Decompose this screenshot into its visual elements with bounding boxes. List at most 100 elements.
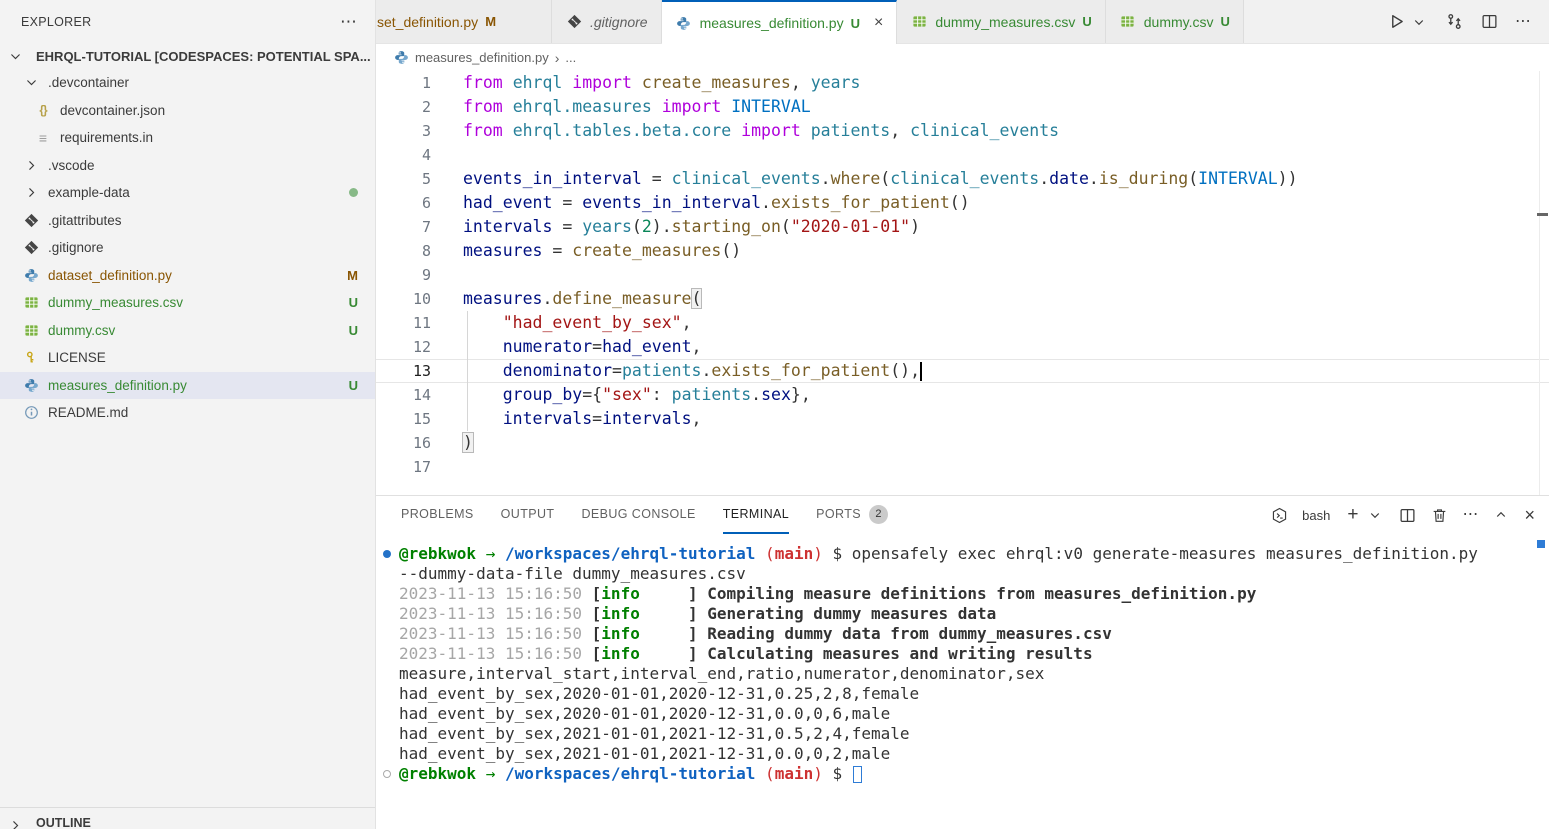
line-number: 12	[376, 335, 431, 359]
tree-item-example-data[interactable]: example-data	[0, 179, 375, 207]
code-line-1[interactable]: 1from ehrql import create_measures, year…	[376, 71, 1549, 95]
line-number: 9	[376, 263, 431, 287]
panel-tab-TERMINAL[interactable]: TERMINAL	[723, 496, 789, 534]
tabs-strip: set_definition.pyM.gitignoremeasures_def…	[376, 0, 1244, 43]
outline-section-header[interactable]: OUTLINE	[0, 807, 375, 829]
tree-item-label: dummy.csv	[48, 323, 115, 338]
open-changes-icon[interactable]	[1445, 13, 1463, 31]
tree-item-.vscode[interactable]: .vscode	[0, 152, 375, 180]
breadcrumb-file[interactable]: measures_definition.py	[415, 50, 549, 65]
code-line-14[interactable]: 14 group_by={"sex": patients.sex},	[376, 383, 1549, 407]
git-status-badge: U	[349, 323, 358, 338]
terminal-line: had_event_by_sex,2020-01-01,2020-12-31,0…	[381, 684, 1549, 704]
code-line-17[interactable]: 17	[376, 455, 1549, 479]
tree-item-.gitattributes[interactable]: .gitattributes	[0, 207, 375, 235]
tree-item-dummy.csv[interactable]: dummy.csv U	[0, 317, 375, 345]
panel-tab-label: DEBUG CONSOLE	[581, 507, 695, 521]
launch-profile-dropdown-icon[interactable]	[1366, 506, 1384, 524]
code-line-5[interactable]: 5events_in_interval = clinical_events.wh…	[376, 167, 1549, 191]
overview-cursor-marker	[1537, 213, 1548, 216]
code-line-11[interactable]: 11 "had_event_by_sex",	[376, 311, 1549, 335]
panel-tab-label: TERMINAL	[723, 507, 789, 521]
tree-item-label: dummy_measures.csv	[48, 295, 183, 310]
explorer-more-actions-icon[interactable]: ⋯	[340, 17, 357, 27]
tree-item-.gitignore[interactable]: .gitignore	[0, 234, 375, 262]
line-number: 17	[376, 455, 431, 479]
code-line-16[interactable]: 16)	[376, 431, 1549, 455]
command-decoration-dot[interactable]	[383, 550, 391, 558]
tab-set_definition.py[interactable]: set_definition.pyM	[376, 0, 552, 43]
kill-terminal-icon[interactable]	[1430, 506, 1448, 524]
code-line-15[interactable]: 15 intervals=intervals,	[376, 407, 1549, 431]
tree-item-README.md[interactable]: README.md	[0, 399, 375, 427]
chevron-down-icon	[22, 74, 40, 92]
line-number: 16	[376, 431, 431, 455]
tab-dummy.csv[interactable]: dummy.csvU	[1106, 0, 1244, 43]
code-line-4[interactable]: 4	[376, 143, 1549, 167]
git-status-badge: U	[1082, 14, 1091, 29]
split-editor-icon[interactable]	[1480, 13, 1498, 31]
tab-.gitignore[interactable]: .gitignore	[552, 0, 662, 43]
panel-header: PROBLEMS OUTPUT DEBUG CONSOLE TERMINAL PORTS…	[376, 496, 1549, 534]
panel-tab-label: PORTS	[816, 507, 861, 521]
python-icon	[22, 376, 40, 394]
code-line-13[interactable]: 13 denominator=patients.exists_for_patie…	[376, 359, 1549, 383]
tree-item-dummy_measures.csv[interactable]: dummy_measures.csvU	[0, 289, 375, 317]
modified-contents-dot	[349, 188, 358, 197]
code-line-3[interactable]: 3from ehrql.tables.beta.core import pati…	[376, 119, 1549, 143]
terminal-overview-marker	[1537, 540, 1545, 548]
more-actions-icon[interactable]: ⋯	[1515, 17, 1531, 27]
terminal[interactable]: @rebkwok → /workspaces/ehrql-tutorial (m…	[376, 534, 1549, 829]
tree-item-.devcontainer[interactable]: .devcontainer	[0, 69, 375, 97]
tree-item-requirements.in[interactable]: ≡requirements.in	[0, 124, 375, 152]
shell-label[interactable]: bash	[1302, 508, 1330, 523]
bottom-panel: PROBLEMS OUTPUT DEBUG CONSOLE TERMINAL PORTS…	[376, 495, 1549, 829]
breadcrumb-symbol[interactable]: ...	[565, 50, 576, 65]
indent-guide	[467, 311, 468, 335]
code-line-7[interactable]: 7intervals = years(2).starting_on("2020-…	[376, 215, 1549, 239]
code-line-10[interactable]: 10measures.define_measure(	[376, 287, 1549, 311]
maximize-panel-icon[interactable]	[1492, 506, 1510, 524]
code-line-2[interactable]: 2from ehrql.measures import INTERVAL	[376, 95, 1549, 119]
tree-item-LICENSE[interactable]: LICENSE	[0, 344, 375, 372]
tree-item-dataset_definition.py[interactable]: dataset_definition.pyM	[0, 262, 375, 290]
code-line-12[interactable]: 12 numerator=had_event,	[376, 335, 1549, 359]
panel-tab-OUTPUT[interactable]: OUTPUT	[501, 496, 555, 534]
terminal-line: 2023-11-13 15:16:50 [info ] Compiling me…	[381, 584, 1549, 604]
breadcrumb-separator-icon: ›	[555, 50, 560, 66]
close-panel-icon[interactable]: ×	[1524, 510, 1535, 520]
run-button[interactable]	[1387, 13, 1405, 31]
code-editor[interactable]: 1from ehrql import create_measures, year…	[376, 71, 1549, 495]
tree-item-label: README.md	[48, 405, 128, 420]
run-dropdown-icon[interactable]	[1410, 13, 1428, 31]
terminal-lines: @rebkwok → /workspaces/ehrql-tutorial (m…	[381, 544, 1549, 784]
close-tab-icon[interactable]: ×	[874, 14, 883, 32]
split-terminal-icon[interactable]	[1398, 506, 1416, 524]
code-line-9[interactable]: 9	[376, 263, 1549, 287]
workspace-root-item[interactable]: EHRQL-TUTORIAL [CODESPACES: POTENTIAL SP…	[0, 44, 375, 69]
tree-item-measures_definition.py[interactable]: measures_definition.pyU	[0, 372, 375, 400]
tree-item-devcontainer.json[interactable]: {}devcontainer.json	[0, 97, 375, 125]
chevron-down-icon	[6, 48, 24, 66]
panel-more-actions-icon[interactable]: ⋯	[1462, 510, 1478, 520]
overview-ruler[interactable]	[1539, 71, 1540, 495]
git-status-badge: U	[1221, 14, 1230, 29]
tab-dummy_measures.csv[interactable]: dummy_measures.csvU	[897, 0, 1105, 43]
csv-icon	[22, 294, 40, 312]
tree-item-label: dataset_definition.py	[48, 268, 172, 283]
code-line-6[interactable]: 6had_event = events_in_interval.exists_f…	[376, 191, 1549, 215]
panel-tab-PORTS[interactable]: PORTS2	[816, 496, 888, 534]
new-terminal-icon[interactable]: +	[1347, 510, 1358, 520]
panel-tab-PROBLEMS[interactable]: PROBLEMS	[401, 496, 474, 534]
chevron-right-icon	[22, 184, 40, 202]
panel-tab-DEBUG CONSOLE[interactable]: DEBUG CONSOLE	[581, 496, 695, 534]
tree-item-label: .devcontainer	[48, 75, 129, 90]
code-line-8[interactable]: 8measures = create_measures()	[376, 239, 1549, 263]
explorer-title: EXPLORER	[21, 15, 91, 29]
command-decoration-circle[interactable]	[383, 770, 391, 778]
line-number: 11	[376, 311, 431, 335]
terminal-cursor	[853, 766, 862, 783]
tree-item-label: .vscode	[48, 158, 95, 173]
tab-measures_definition.py[interactable]: measures_definition.pyU×	[662, 0, 898, 44]
line-number: 13	[376, 359, 431, 383]
